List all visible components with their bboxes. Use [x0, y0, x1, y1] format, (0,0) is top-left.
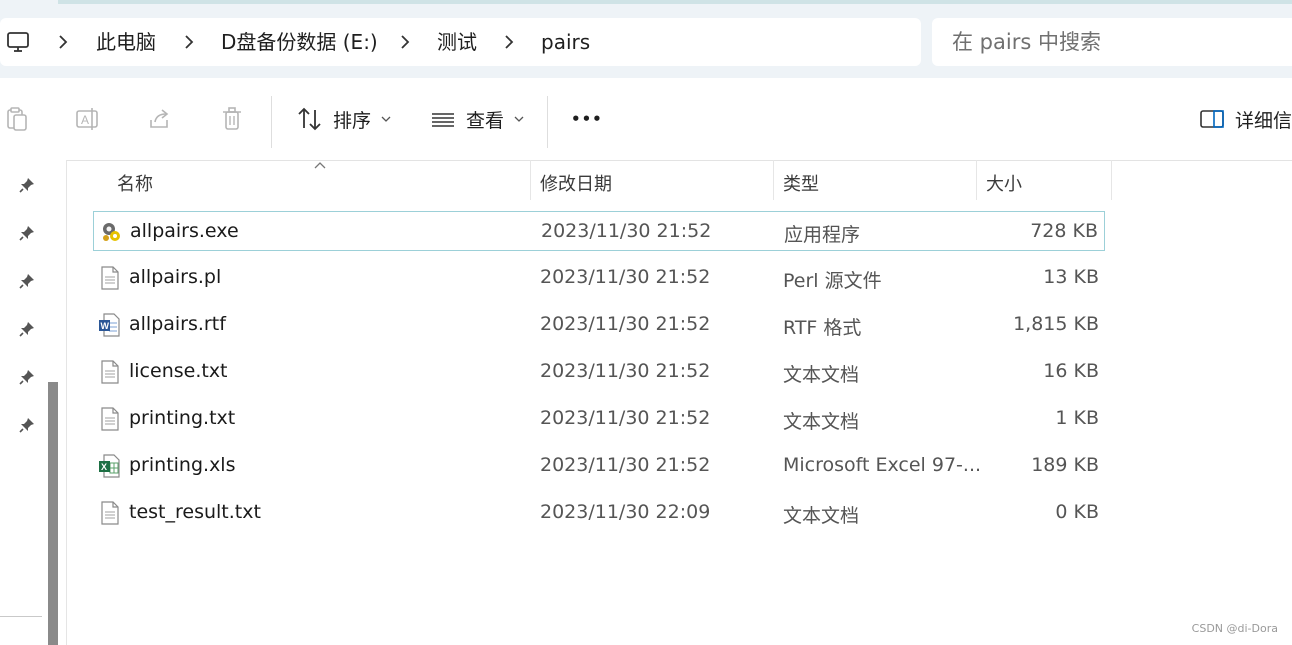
column-divider[interactable]: [530, 160, 531, 200]
file-modified: 2023/11/30 21:52: [540, 407, 711, 429]
breadcrumb-item-pairs[interactable]: pairs: [541, 29, 590, 55]
file-row[interactable]: X printing.xls 2023/11/30 21:52 Microsof…: [93, 446, 1105, 486]
file-row[interactable]: test_result.txt 2023/11/30 22:09 文本文档 0 …: [93, 493, 1105, 533]
sort-ascending-icon: [314, 162, 326, 169]
search-box[interactable]: [932, 18, 1292, 66]
file-size: 13 KB: [1043, 266, 1099, 288]
chevron-right-icon[interactable]: [56, 32, 70, 52]
file-row[interactable]: allpairs.exe 2023/11/30 21:52 应用程序 728 K…: [93, 211, 1105, 251]
toolbar-divider: [271, 96, 272, 148]
file-type: 文本文档: [783, 364, 860, 386]
file-name: printing.xls: [129, 454, 236, 476]
chevron-down-icon: [514, 116, 524, 122]
file-row[interactable]: allpairs.pl 2023/11/30 21:52 Perl 源文件 13…: [93, 258, 1105, 298]
file-type: 文本文档: [783, 411, 860, 433]
text-file-icon: [101, 266, 119, 290]
view-button[interactable]: 查看: [430, 100, 524, 138]
share-icon[interactable]: [147, 106, 173, 132]
file-row[interactable]: license.txt 2023/11/30 21:52 文本文档 16 KB: [93, 352, 1105, 392]
file-size: 1,815 KB: [1013, 313, 1099, 335]
details-pane-button[interactable]: 详细信息: [1199, 100, 1292, 138]
chevron-right-icon[interactable]: [398, 32, 412, 52]
file-name: allpairs.exe: [130, 220, 239, 242]
details-pane-label: 详细信息: [1235, 109, 1292, 132]
file-name: printing.txt: [129, 407, 236, 429]
file-size: 16 KB: [1043, 360, 1099, 382]
pin-icon[interactable]: [18, 176, 36, 194]
svg-text:A: A: [81, 113, 89, 127]
sort-icon: [298, 107, 321, 131]
file-modified: 2023/11/30 21:52: [540, 313, 711, 335]
column-header-size[interactable]: 大小: [986, 170, 1022, 196]
svg-text:W: W: [101, 321, 110, 331]
column-divider[interactable]: [773, 160, 774, 200]
command-bar: A 排序 查看 ••• 详细信: [0, 78, 1292, 161]
column-header-type[interactable]: 类型: [783, 170, 819, 196]
column-header-modified[interactable]: 修改日期: [540, 170, 612, 196]
file-row[interactable]: printing.txt 2023/11/30 21:52 文本文档 1 KB: [93, 399, 1105, 439]
pin-icon[interactable]: [18, 368, 36, 386]
file-size: 189 KB: [1031, 454, 1099, 476]
exe-icon: [103, 223, 120, 241]
chevron-right-icon[interactable]: [182, 32, 196, 52]
file-type: Microsoft Excel 97-...: [783, 454, 982, 476]
pin-icon[interactable]: [18, 272, 36, 290]
file-modified: 2023/11/30 21:52: [540, 360, 711, 382]
file-size: 1 KB: [1055, 407, 1099, 429]
column-divider[interactable]: [1111, 160, 1112, 200]
file-modified: 2023/11/30 22:09: [540, 501, 711, 523]
text-file-icon: [101, 407, 119, 431]
column-divider[interactable]: [976, 160, 977, 200]
search-input[interactable]: [952, 18, 1282, 66]
file-type: 文本文档: [783, 505, 860, 527]
file-modified: 2023/11/30 21:52: [540, 454, 711, 476]
pin-icon[interactable]: [18, 416, 36, 434]
column-header-name[interactable]: 名称: [117, 170, 153, 196]
file-name: test_result.txt: [129, 501, 261, 523]
rename-icon[interactable]: A: [75, 106, 101, 132]
excel-file-icon: X: [99, 454, 120, 478]
watermark: CSDN @di-Dora: [1191, 622, 1278, 635]
file-type: RTF 格式: [783, 317, 862, 339]
file-size: 0 KB: [1055, 501, 1099, 523]
more-options-button[interactable]: •••: [571, 100, 603, 138]
file-size: 728 KB: [1030, 220, 1098, 242]
paste-icon[interactable]: [4, 106, 30, 132]
chevron-down-icon: [381, 116, 391, 122]
pin-icon[interactable]: [18, 320, 36, 338]
file-name: allpairs.rtf: [129, 313, 226, 335]
window-top-accent: [58, 0, 1292, 4]
view-list-icon: [432, 113, 454, 127]
delete-icon[interactable]: [219, 106, 245, 132]
breadcrumb-item-drive[interactable]: D盘备份数据 (E:): [221, 29, 378, 55]
file-name: license.txt: [129, 360, 228, 382]
sort-label: 排序: [333, 109, 372, 132]
navigation-divider: [0, 616, 42, 617]
svg-text:X: X: [101, 462, 107, 472]
file-type: Perl 源文件: [783, 270, 882, 292]
file-type: 应用程序: [784, 224, 861, 246]
chevron-right-icon[interactable]: [502, 32, 516, 52]
file-modified: 2023/11/30 21:52: [540, 266, 711, 288]
toolbar-divider: [547, 96, 548, 148]
breadcrumb-item-this-pc[interactable]: 此电脑: [96, 29, 156, 55]
file-name: allpairs.pl: [129, 266, 222, 288]
breadcrumb-item-test[interactable]: 测试: [437, 29, 477, 55]
more-icon: •••: [571, 110, 603, 128]
word-file-icon: W: [99, 313, 120, 337]
this-pc-icon[interactable]: [6, 30, 30, 54]
sort-button[interactable]: 排序: [297, 100, 391, 138]
file-row[interactable]: W allpairs.rtf 2023/11/30 21:52 RTF 格式 1…: [93, 305, 1105, 345]
navigation-scrollbar[interactable]: [48, 382, 58, 645]
details-pane-icon: [1200, 110, 1224, 128]
view-label: 查看: [466, 109, 505, 132]
pin-icon[interactable]: [18, 224, 36, 242]
text-file-icon: [101, 501, 119, 525]
text-file-icon: [101, 360, 119, 384]
file-modified: 2023/11/30 21:52: [541, 220, 712, 242]
